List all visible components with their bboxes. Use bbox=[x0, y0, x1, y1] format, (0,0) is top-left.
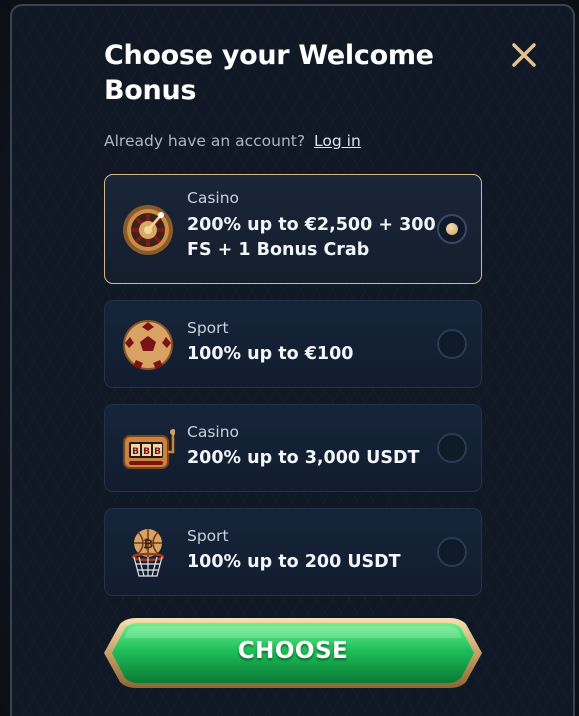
slot-machine-icon: B B B bbox=[123, 429, 175, 469]
choose-button-wrapper: CHOOSE bbox=[104, 618, 482, 688]
svg-text:₿: ₿ bbox=[143, 537, 153, 551]
welcome-bonus-modal: Choose your Welcome Bonus Already have a… bbox=[10, 4, 575, 716]
soccer-ball-icon bbox=[123, 320, 173, 370]
option-category: Casino bbox=[187, 189, 240, 207]
choose-button[interactable] bbox=[104, 618, 482, 688]
option-description: 200% up to 3,000 USDT bbox=[187, 448, 420, 468]
option-description: 100% up to 200 USDT bbox=[187, 552, 401, 572]
option-radio[interactable] bbox=[437, 329, 467, 359]
option-radio[interactable] bbox=[437, 433, 467, 463]
close-icon bbox=[512, 43, 536, 67]
svg-text:B: B bbox=[143, 447, 150, 457]
bonus-option-sport-usdt[interactable]: ₿ Sport 100% up to 200 USDT bbox=[104, 508, 482, 596]
option-radio[interactable] bbox=[437, 537, 467, 567]
login-prompt: Already have an account? Log in bbox=[104, 132, 361, 150]
bonus-option-casino-eur[interactable]: Casino 200% up to €2,500 + 300 FS + 1 Bo… bbox=[104, 174, 482, 284]
svg-text:B: B bbox=[154, 447, 161, 457]
close-button[interactable] bbox=[509, 40, 539, 70]
login-prompt-text: Already have an account? bbox=[104, 132, 306, 150]
modal-title: Choose your Welcome Bonus bbox=[104, 40, 434, 106]
option-description: 200% up to €2,500 + 300 FS + 1 Bonus Cra… bbox=[187, 215, 436, 260]
login-link[interactable]: Log in bbox=[314, 132, 361, 150]
option-category: Sport bbox=[187, 319, 229, 337]
bonus-option-casino-usdt[interactable]: B B B Casino 200% up to 3,000 USDT bbox=[104, 404, 482, 492]
svg-text:B: B bbox=[132, 447, 139, 457]
option-category: Sport bbox=[187, 527, 229, 545]
basketball-hoop-icon: ₿ bbox=[131, 529, 165, 577]
roulette-icon bbox=[123, 205, 173, 255]
bonus-option-sport-eur[interactable]: Sport 100% up to €100 bbox=[104, 300, 482, 388]
option-radio[interactable] bbox=[437, 214, 467, 244]
option-description: 100% up to €100 bbox=[187, 344, 354, 364]
option-category: Casino bbox=[187, 423, 240, 441]
